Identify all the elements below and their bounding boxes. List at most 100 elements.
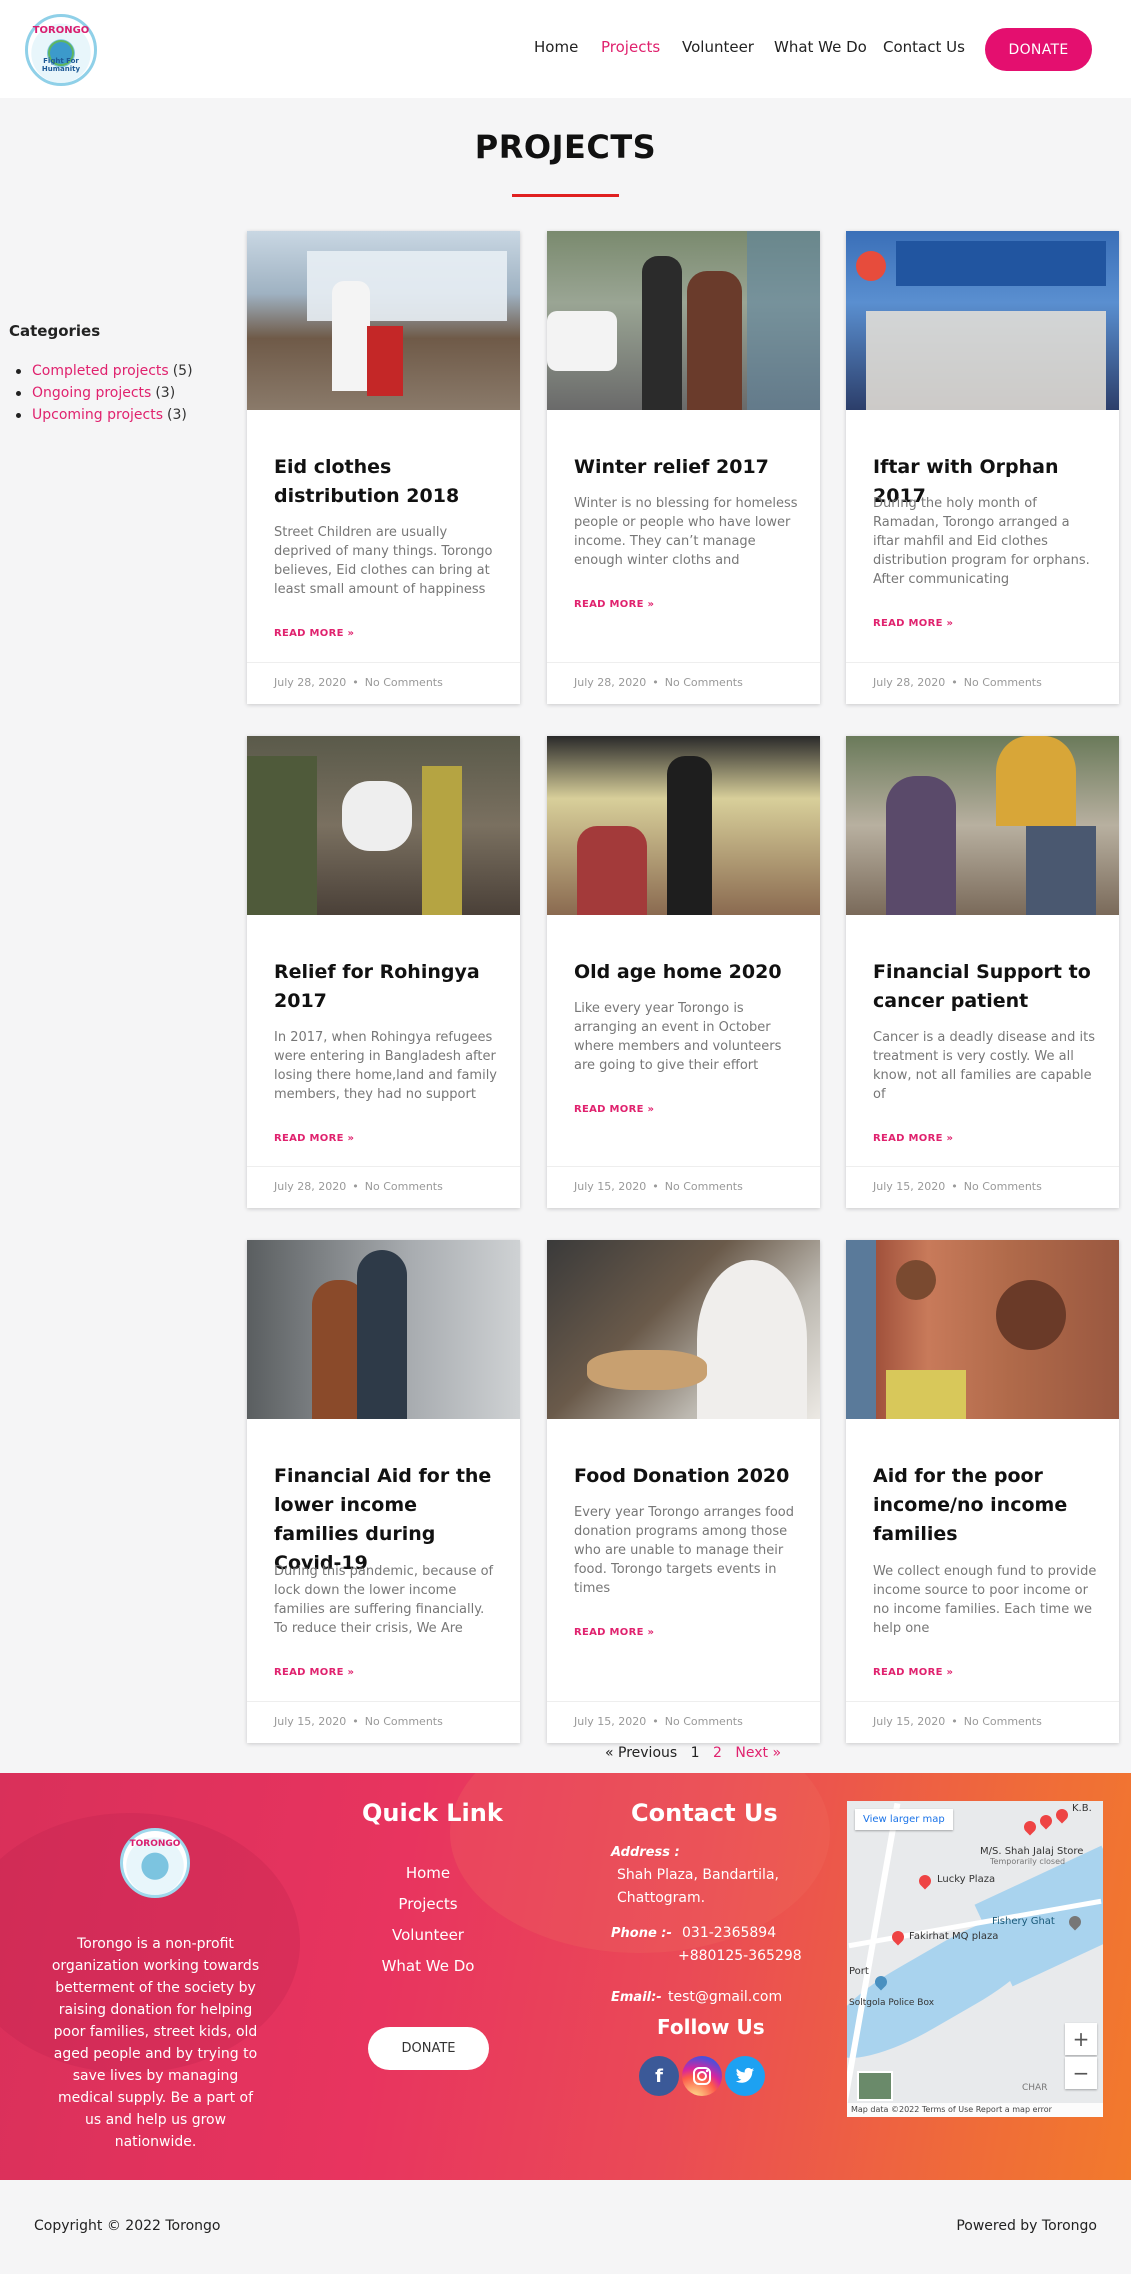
footer-link-projects[interactable]: Projects xyxy=(348,1895,508,1913)
post-date: July 15, 2020 xyxy=(574,1180,647,1193)
map-pin-icon[interactable] xyxy=(1021,1818,1039,1836)
card-title[interactable]: Financial Support to cancer patient xyxy=(873,958,1103,1016)
phone-2: +880125-365298 xyxy=(678,1948,802,1964)
quick-link-title: Quick Link xyxy=(362,1799,503,1827)
map-label: M/S. Shah Jalaj Store xyxy=(980,1846,1084,1857)
pagination-next[interactable]: Next » xyxy=(735,1745,781,1761)
nav-what-we-do[interactable]: What We Do xyxy=(774,38,867,56)
project-image[interactable] xyxy=(846,1240,1119,1419)
footer-link-what-we-do[interactable]: What We Do xyxy=(348,1957,508,1975)
project-image[interactable] xyxy=(547,1240,820,1419)
address-line2: Chattogram. xyxy=(617,1890,706,1906)
category-link-completed[interactable]: Completed projects xyxy=(32,363,169,379)
project-card[interactable]: Financial Aid for the lower income famil… xyxy=(247,1240,520,1743)
project-image[interactable] xyxy=(547,736,820,915)
map-pin-icon[interactable] xyxy=(889,1928,907,1946)
card-title[interactable]: Financial Aid for the lower income famil… xyxy=(274,1462,504,1578)
torongo-logo[interactable]: TORONGO Fight For Humanity xyxy=(25,14,97,86)
nav-home[interactable]: Home xyxy=(534,38,578,56)
donate-button[interactable]: DONATE xyxy=(985,28,1092,71)
card-title[interactable]: Relief for Rohingya 2017 xyxy=(274,958,504,1016)
zoom-in-button[interactable]: + xyxy=(1065,2023,1097,2055)
map-label: Soltgola Police Box xyxy=(849,1998,935,2008)
site-header: TORONGO Fight For Humanity Home Projects… xyxy=(0,0,1131,98)
read-more-link[interactable]: READ MORE » xyxy=(574,1627,654,1638)
read-more-link[interactable]: READ MORE » xyxy=(873,1133,953,1144)
card-title[interactable]: Food Donation 2020 xyxy=(574,1462,804,1491)
email-address[interactable]: test@gmail.com xyxy=(668,1986,782,2009)
email-label: Email:- xyxy=(611,1990,662,2005)
project-image[interactable] xyxy=(247,736,520,915)
google-map[interactable]: View larger map K.B. M/S. Shah Jalaj Sto… xyxy=(847,1801,1103,2117)
post-comments[interactable]: No Comments xyxy=(365,1180,443,1193)
post-date: July 28, 2020 xyxy=(574,676,647,689)
read-more-link[interactable]: READ MORE » xyxy=(873,618,953,629)
project-card[interactable]: Winter relief 2017 Winter is no blessing… xyxy=(547,231,820,704)
card-title[interactable]: Old age home 2020 xyxy=(574,958,804,987)
card-title[interactable]: Eid clothes distribution 2018 xyxy=(274,453,504,511)
post-comments[interactable]: No Comments xyxy=(964,1715,1042,1728)
card-meta: July 28, 2020 • No Comments xyxy=(547,662,820,704)
read-more-link[interactable]: READ MORE » xyxy=(274,1133,354,1144)
post-comments[interactable]: No Comments xyxy=(365,1715,443,1728)
post-comments[interactable]: No Comments xyxy=(665,676,743,689)
read-more-link[interactable]: READ MORE » xyxy=(274,1667,354,1678)
powered-by-text: Powered by Torongo xyxy=(956,2218,1097,2234)
card-excerpt: Winter is no blessing for homeless peopl… xyxy=(574,496,798,568)
zoom-out-button[interactable]: − xyxy=(1065,2057,1097,2089)
project-card[interactable]: Old age home 2020 Like every year Torong… xyxy=(547,736,820,1208)
read-more-link[interactable]: READ MORE » xyxy=(873,1667,953,1678)
read-more-link[interactable]: READ MORE » xyxy=(574,599,654,610)
map-attribution[interactable]: Map data ©2022 Terms of Use Report a map… xyxy=(847,2103,1103,2117)
nav-volunteer[interactable]: Volunteer xyxy=(682,38,754,56)
view-larger-map-link[interactable]: View larger map xyxy=(855,1809,953,1830)
map-pin-icon[interactable] xyxy=(916,1872,934,1890)
follow-us-title: Follow Us xyxy=(657,2015,765,2039)
read-more-link[interactable]: READ MORE » xyxy=(274,628,354,639)
category-link-upcoming[interactable]: Upcoming projects xyxy=(32,407,163,423)
project-card[interactable]: Relief for Rohingya 2017 In 2017, when R… xyxy=(247,736,520,1208)
footer-link-volunteer[interactable]: Volunteer xyxy=(348,1926,508,1944)
footer-donate-button[interactable]: DONATE xyxy=(368,2027,489,2070)
pagination-previous[interactable]: « Previous xyxy=(605,1745,677,1761)
project-card[interactable]: Iftar with Orphan 2017 During the holy m… xyxy=(846,231,1119,704)
post-comments[interactable]: No Comments xyxy=(964,1180,1042,1193)
nav-projects[interactable]: Projects xyxy=(601,38,660,56)
footer-logo-text: TORONGO xyxy=(129,1839,181,1849)
post-comments[interactable]: No Comments xyxy=(365,676,443,689)
project-image[interactable] xyxy=(247,1240,520,1419)
footer-link-home[interactable]: Home xyxy=(348,1864,508,1882)
card-title[interactable]: Winter relief 2017 xyxy=(574,453,804,482)
map-satellite-toggle[interactable] xyxy=(857,2071,893,2101)
project-image[interactable] xyxy=(846,231,1119,410)
project-image[interactable] xyxy=(846,736,1119,915)
read-more-link[interactable]: READ MORE » xyxy=(574,1104,654,1115)
post-comments[interactable]: No Comments xyxy=(964,676,1042,689)
project-card[interactable]: Food Donation 2020 Every year Torongo ar… xyxy=(547,1240,820,1743)
category-link-ongoing[interactable]: Ongoing projects xyxy=(32,385,151,401)
twitter-icon[interactable] xyxy=(725,2056,765,2096)
title-underline xyxy=(512,194,619,197)
card-title[interactable]: Aid for the poor income/no income famili… xyxy=(873,1462,1103,1549)
project-image[interactable] xyxy=(547,231,820,410)
project-card[interactable]: Eid clothes distribution 2018 Street Chi… xyxy=(247,231,520,704)
map-pin-icon[interactable] xyxy=(1053,1806,1071,1824)
project-card[interactable]: Aid for the poor income/no income famili… xyxy=(846,1240,1119,1743)
map-pin-icon[interactable] xyxy=(1037,1812,1055,1830)
facebook-icon[interactable]: f xyxy=(639,2056,679,2096)
instagram-icon[interactable] xyxy=(682,2056,722,2096)
pagination-page-2[interactable]: 2 xyxy=(713,1745,722,1761)
card-excerpt: Every year Torongo arranges food donatio… xyxy=(574,1505,795,1596)
logo-text: TORONGO xyxy=(32,25,90,36)
post-comments[interactable]: No Comments xyxy=(665,1180,743,1193)
card-meta: July 15, 2020 • No Comments xyxy=(547,1166,820,1208)
categories-list: Completed projects (5) Ongoing projects (3… xyxy=(16,360,193,426)
card-meta: July 28, 2020 • No Comments xyxy=(247,1166,520,1208)
project-image[interactable] xyxy=(247,231,520,410)
address-line1: Shah Plaza, Bandartila, xyxy=(617,1867,779,1883)
site-footer: TORONGO Torongo is a non-profit organiza… xyxy=(0,1773,1131,2180)
post-comments[interactable]: No Comments xyxy=(665,1715,743,1728)
project-card[interactable]: Financial Support to cancer patient Canc… xyxy=(846,736,1119,1208)
nav-contact-us[interactable]: Contact Us xyxy=(883,38,965,56)
post-date: July 15, 2020 xyxy=(873,1180,946,1193)
